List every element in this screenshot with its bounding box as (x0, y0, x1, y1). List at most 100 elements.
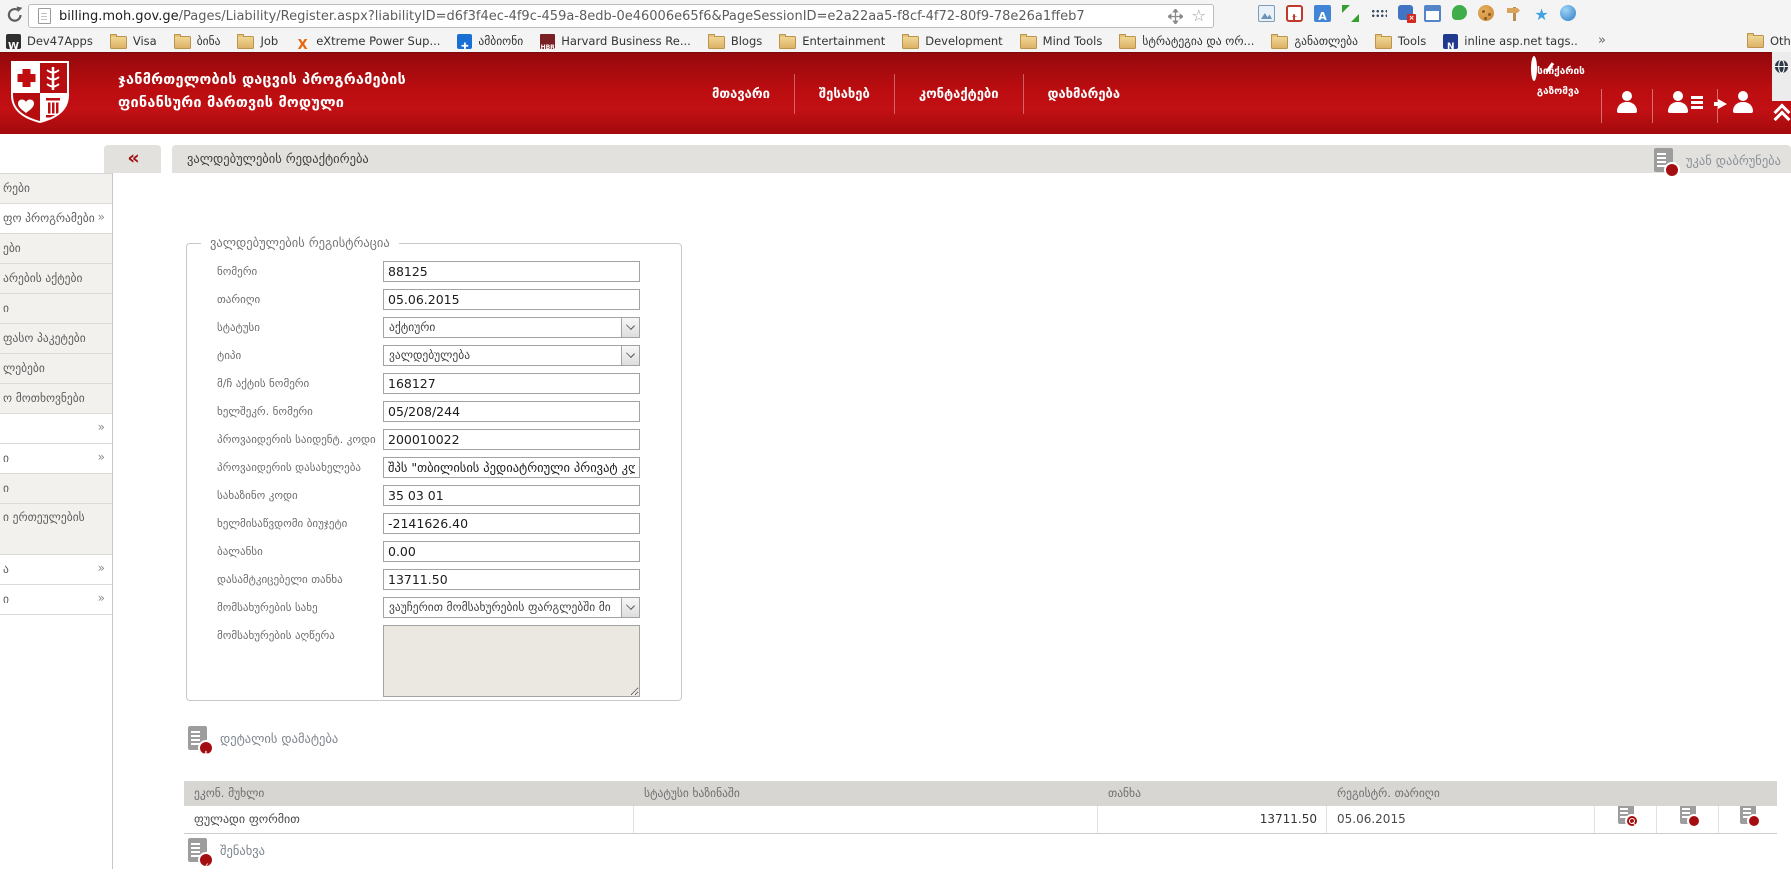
delete-detail-button[interactable] (1740, 806, 1756, 833)
reload-icon[interactable] (6, 6, 24, 24)
bookmark-item[interactable]: Development (902, 34, 1002, 49)
sidebar-item[interactable]: რები (0, 174, 112, 204)
treasury-code-field[interactable] (383, 485, 640, 506)
bookmark-item[interactable]: Mind Tools (1020, 34, 1103, 49)
view-detail-button[interactable] (1618, 806, 1634, 833)
page-favicon (38, 8, 51, 24)
resize-arrows-icon[interactable] (1342, 5, 1359, 22)
service-description-textarea[interactable] (383, 625, 640, 697)
browser-profile-icon[interactable] (1560, 5, 1576, 21)
save-button[interactable]: შენახვა (188, 838, 265, 862)
form-row: სახაზინო კოდი (217, 485, 641, 506)
sidebar-item[interactable]: ი (0, 294, 112, 324)
bookmark-label: Dev47Apps (27, 34, 93, 48)
bookmark-item[interactable]: Entertainment (779, 34, 885, 49)
globe-icon[interactable] (1774, 59, 1789, 74)
nav-item-2[interactable]: შესახებ (795, 87, 894, 102)
star-blue-icon[interactable] (1533, 5, 1550, 22)
amount-to-approve-field[interactable] (383, 569, 640, 590)
available-budget-field[interactable] (383, 513, 640, 534)
bookmark-item[interactable]: ამბიონი (457, 34, 523, 49)
speed-test-button[interactable]: სიჩქარის გაზომვა (1528, 59, 1588, 99)
cookie-icon[interactable] (1478, 5, 1494, 21)
bookmark-star-icon[interactable]: ☆ (1192, 8, 1206, 24)
logout-icon[interactable] (1731, 91, 1755, 113)
sidebar-item-label: ო მოთხოვნები (3, 384, 85, 413)
sidebar-item[interactable]: ფო პროგრამები» (0, 204, 112, 234)
user-list-icon[interactable] (1666, 91, 1690, 113)
download-box-icon[interactable] (1398, 5, 1413, 20)
bookmark-item[interactable]: Job (237, 34, 278, 49)
sidebar-item[interactable]: ფასო პაკეტები (0, 324, 112, 354)
edit-detail-button[interactable] (1680, 806, 1696, 833)
document-icon (1680, 806, 1696, 824)
google-translate-icon[interactable] (1314, 5, 1331, 22)
dropdown-arrow-icon[interactable] (621, 598, 639, 617)
field-label: თარიღი (217, 289, 383, 310)
sidebar-item[interactable]: ლებები (0, 354, 112, 384)
dropdown-arrow-icon[interactable] (621, 318, 639, 337)
sidebar-item[interactable]: ი (0, 474, 112, 504)
folder-icon (237, 36, 254, 49)
back-button[interactable]: უკან დაბრუნება (1654, 147, 1781, 173)
address-bar[interactable]: billing.moh.gov.ge/Pages/Liability/Regis… (28, 4, 1214, 28)
number-field[interactable] (383, 261, 640, 282)
window-icon[interactable] (1424, 5, 1441, 22)
user-profile-icon[interactable] (1615, 91, 1639, 113)
del-badge-icon (1747, 814, 1761, 828)
service-type-select[interactable]: ვაუჩერით მომსახურების ფარგლებში მი (383, 597, 640, 618)
nav-item-4[interactable]: დახმარება (1024, 87, 1144, 102)
sidebar-item[interactable]: » (0, 414, 112, 444)
other-bookmarks-folder[interactable]: Other... (1747, 33, 1791, 48)
screenshot-icon[interactable] (1258, 5, 1275, 22)
selected-value: ვაუჩერით მომსახურების ფარგლებში მი (384, 598, 621, 617)
nav-item-3[interactable]: კონტაქტები (895, 87, 1023, 102)
bookmark-item[interactable]: განათლება (1271, 34, 1357, 49)
signpost-icon[interactable] (1505, 5, 1522, 22)
sidebar-item[interactable]: ა» (0, 555, 112, 585)
scroll-to-top-button[interactable] (1773, 106, 1790, 120)
drag-crosshair-icon[interactable] (1168, 9, 1183, 24)
add-detail-button[interactable]: დეტალის დამატება (188, 726, 338, 750)
bookmarks-overflow-chevron[interactable]: » (1598, 33, 1606, 48)
translate-t-icon[interactable] (1286, 5, 1303, 22)
field-label: მომსახურების სახე (217, 597, 383, 618)
provider-ident-code-field[interactable] (383, 429, 640, 450)
bookmark-item[interactable]: Harvard Business Re... (540, 34, 691, 49)
moh-logo[interactable] (10, 60, 70, 124)
bookmark-label: eXtreme Power Sup... (316, 34, 440, 48)
map-pin-icon[interactable] (1452, 5, 1467, 20)
separator (1652, 89, 1653, 123)
chevron-right-icon: » (98, 555, 105, 582)
sidebar-item[interactable]: ო მოთხოვნები (0, 384, 112, 414)
balance-field[interactable] (383, 541, 640, 562)
sidebar-item[interactable]: ი» (0, 585, 112, 615)
bookmark-item[interactable]: ბინა (174, 34, 221, 49)
bookmark-item[interactable]: Dev47Apps (6, 34, 93, 49)
sidebar-item-label: ი (3, 474, 9, 503)
dropdown-arrow-icon[interactable] (621, 346, 639, 365)
nav-item-1[interactable]: მთავარი (688, 87, 794, 102)
sidebar: რებიფო პროგრამები»ებიარების აქტებიიფასო … (0, 173, 113, 869)
sidebar-item[interactable]: არების აქტები (0, 264, 112, 294)
main-nav: მთავარიშესახებკონტაქტებიდახმარება (688, 73, 1144, 115)
act-number-field[interactable] (383, 373, 640, 394)
provider-name-field[interactable] (383, 457, 640, 478)
status-select[interactable]: აქტიური (383, 317, 640, 338)
bookmark-item[interactable]: eXtreme Power Sup... (295, 34, 440, 49)
contract-number-field[interactable] (383, 401, 640, 422)
bookmark-item[interactable]: Blogs (708, 34, 762, 49)
dots-grid-icon[interactable] (1370, 5, 1387, 22)
sidebar-collapse-button[interactable]: « (104, 145, 161, 173)
type-select[interactable]: ვალდებულება (383, 345, 640, 366)
bookmark-item[interactable]: Tools (1375, 34, 1426, 49)
date-field[interactable] (383, 289, 640, 310)
sidebar-item[interactable]: ი ერთეულების (0, 504, 112, 555)
w-icon (6, 34, 21, 49)
form-row: ბალანსი (217, 541, 641, 562)
bookmark-item[interactable]: inline asp.net tags... ... (1443, 34, 1578, 49)
sidebar-item[interactable]: ი» (0, 444, 112, 474)
bookmark-item[interactable]: სტრატეგია და ორ... (1119, 34, 1254, 49)
bookmark-item[interactable]: Visa (110, 34, 157, 49)
sidebar-item[interactable]: ები (0, 234, 112, 264)
